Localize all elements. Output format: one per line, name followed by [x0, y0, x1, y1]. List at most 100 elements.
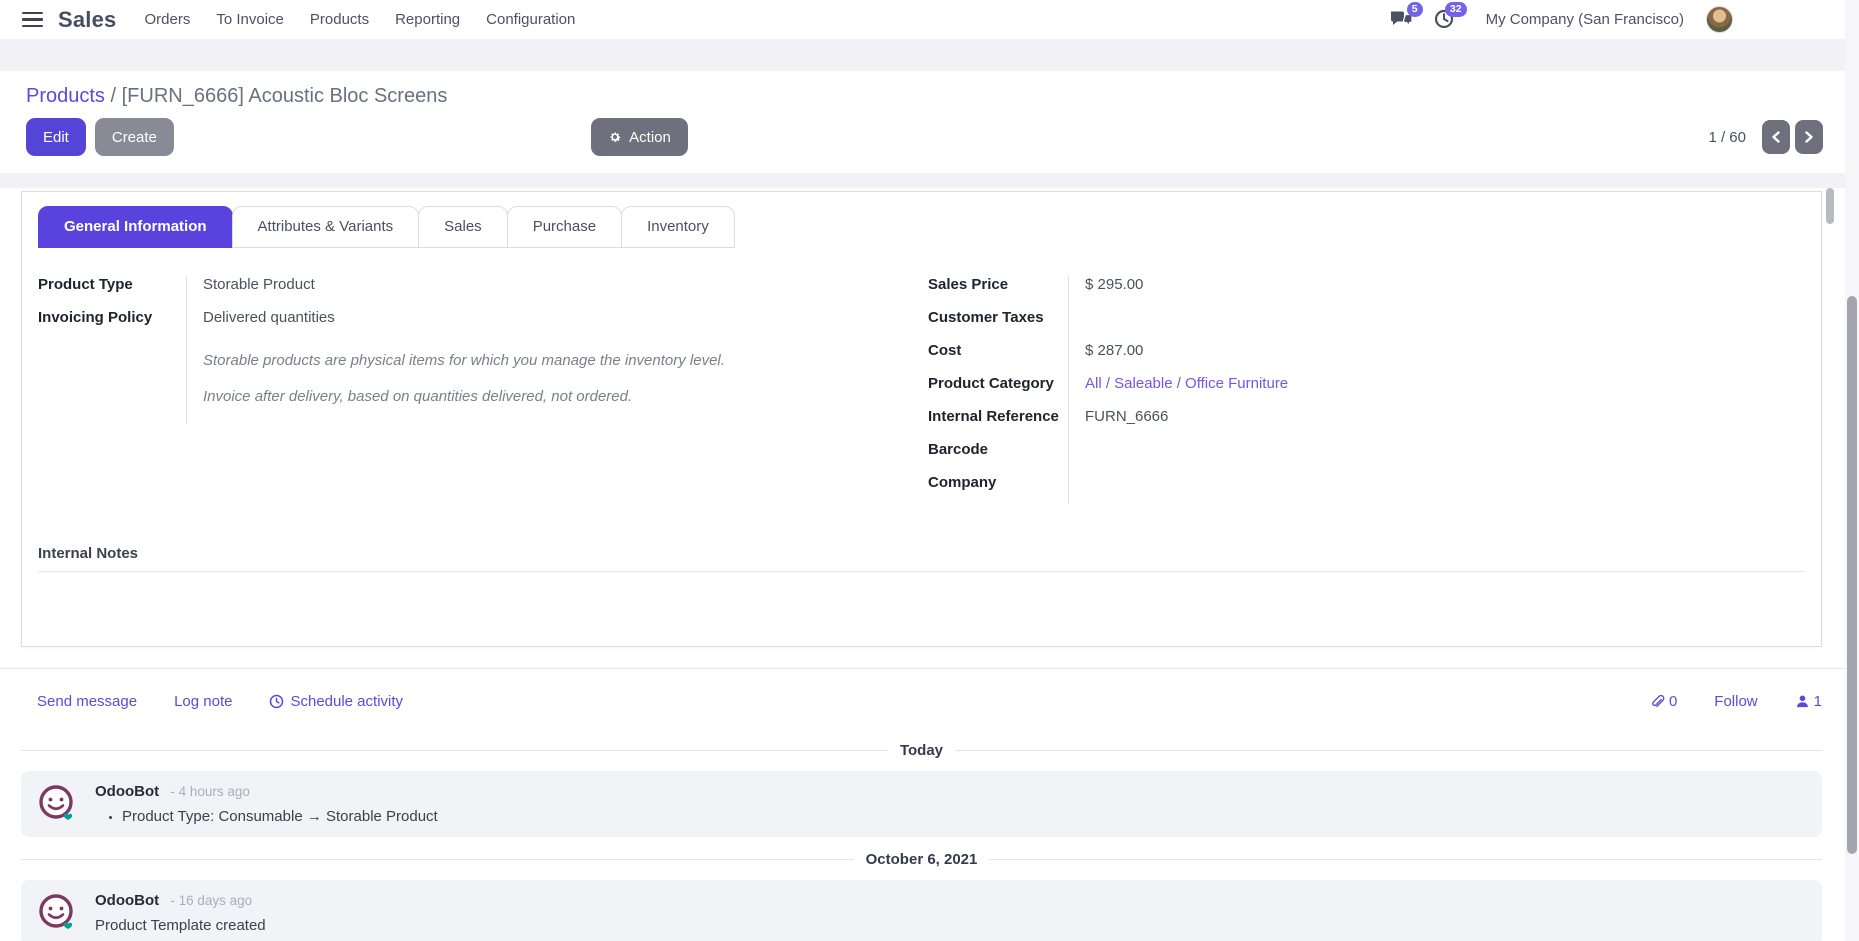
message-thread: Today OdooBot - 4 hours ago Pro [0, 742, 1859, 941]
edit-button[interactable]: Edit [26, 118, 86, 156]
chatter: Send message Log note Schedule activity … [0, 668, 1859, 941]
field-value [1068, 472, 1085, 505]
field-label: Sales Price [928, 274, 1068, 307]
help-text-row: Invoice after delivery, based on quantit… [38, 386, 778, 422]
nav-item-reporting[interactable]: Reporting [382, 0, 473, 39]
field-customer-taxes: Customer Taxes [928, 307, 1805, 340]
tab-sales[interactable]: Sales [418, 206, 508, 248]
content-area: General Information Attributes & Variant… [0, 188, 1859, 647]
nav-item-products[interactable]: Products [297, 0, 382, 39]
create-button[interactable]: Create [95, 118, 174, 156]
top-navbar: Sales Orders To Invoice Products Reporti… [0, 0, 1859, 39]
content-scrollbar-thumb[interactable] [1826, 188, 1834, 224]
field-value: FURN_6666 [1068, 406, 1168, 439]
schedule-activity-label: Schedule activity [290, 693, 403, 710]
odoobot-avatar [37, 783, 77, 825]
field-product-type: Product Type Storable Product [38, 274, 778, 307]
page-gap-strip-2 [0, 173, 1859, 188]
field-label: Product Category [928, 373, 1068, 406]
follow-button[interactable]: Follow [1714, 693, 1757, 710]
pager-next-button[interactable] [1795, 120, 1823, 154]
attachment-count: 0 [1669, 693, 1677, 710]
field-product-category: Product Category All / Saleable / Office… [928, 373, 1805, 406]
apps-menu-icon[interactable] [22, 12, 43, 28]
pager-previous-button[interactable] [1762, 120, 1790, 154]
log-note-button[interactable]: Log note [174, 693, 232, 710]
field-label: Product Type [38, 274, 186, 307]
message-author: OdooBot [95, 892, 159, 909]
date-label: Today [900, 742, 943, 759]
chevron-right-icon [1804, 131, 1814, 143]
breadcrumb: Products / [FURN_6666] Acoustic Bloc Scr… [26, 85, 1823, 108]
message-content: Product Template created [95, 917, 1806, 934]
field-sales-price: Sales Price $ 295.00 [928, 274, 1805, 307]
nav-item-to-invoice[interactable]: To Invoice [203, 0, 297, 39]
schedule-clock-icon [269, 694, 284, 709]
chatter-toolbar: Send message Log note Schedule activity … [0, 669, 1859, 728]
message-timestamp: - 4 hours ago [170, 784, 250, 799]
notebook-tabs: General Information Attributes & Variant… [22, 192, 1821, 248]
messages-badge: 5 [1407, 2, 1423, 18]
field-value: $ 287.00 [1068, 340, 1143, 373]
action-button[interactable]: Action [591, 118, 688, 156]
followers-button[interactable]: 1 [1795, 693, 1822, 710]
field-value [1068, 307, 1085, 340]
messages-icon[interactable]: 5 [1389, 8, 1415, 32]
internal-notes-divider [38, 571, 1805, 572]
field-invoicing-policy: Invoicing Policy Delivered quantities [38, 307, 778, 340]
field-company: Company [928, 472, 1805, 505]
form-right-column: Sales Price $ 295.00 Customer Taxes Cost… [928, 274, 1805, 505]
user-avatar[interactable] [1706, 6, 1733, 33]
pager-counter: 1 / 60 [1708, 129, 1746, 146]
schedule-activity-button[interactable]: Schedule activity [269, 693, 403, 710]
tab-general-information[interactable]: General Information [38, 206, 233, 248]
odoobot-avatar [37, 892, 77, 934]
field-value: Delivered quantities [186, 307, 335, 340]
breadcrumb-products-link[interactable]: Products [26, 85, 105, 107]
field-internal-reference: Internal Reference FURN_6666 [928, 406, 1805, 439]
form-fields: Product Type Storable Product Invoicing … [22, 248, 1821, 505]
tab-attributes-variants[interactable]: Attributes & Variants [232, 206, 420, 248]
date-label: October 6, 2021 [866, 851, 978, 868]
company-switcher[interactable]: My Company (San Francisco) [1486, 11, 1684, 28]
field-cost: Cost $ 287.00 [928, 340, 1805, 373]
attachments-button[interactable]: 0 [1649, 693, 1677, 710]
page-scrollbar-track [1845, 0, 1859, 941]
date-divider-today: Today [21, 742, 1822, 759]
product-category-link[interactable]: All / Saleable / Office Furniture [1068, 373, 1288, 406]
tab-purchase[interactable]: Purchase [507, 206, 622, 248]
message-row: OdooBot - 4 hours ago Product Type: Cons… [21, 771, 1822, 837]
control-panel: Products / [FURN_6666] Acoustic Bloc Scr… [0, 71, 1859, 173]
form-sheet: General Information Attributes & Variant… [21, 191, 1822, 647]
field-value [1068, 439, 1085, 472]
field-label: Internal Reference [928, 406, 1068, 439]
message-author: OdooBot [95, 783, 159, 800]
tab-inventory[interactable]: Inventory [621, 206, 735, 248]
field-label: Cost [928, 340, 1068, 373]
field-label: Customer Taxes [928, 307, 1068, 340]
action-button-label: Action [629, 129, 671, 146]
gear-icon [608, 130, 622, 144]
page-scrollbar-thumb[interactable] [1847, 296, 1857, 854]
app-brand[interactable]: Sales [58, 7, 117, 33]
send-message-button[interactable]: Send message [37, 693, 137, 710]
chevron-left-icon [1771, 131, 1781, 143]
invoicing-policy-help-text: Invoice after delivery, based on quantit… [186, 386, 632, 422]
date-divider-october: October 6, 2021 [21, 851, 1822, 868]
tracking-change-item: Product Type: Consumable → Storable Prod… [122, 808, 1806, 825]
paperclip-icon [1649, 694, 1665, 710]
follower-person-icon [1795, 694, 1810, 709]
field-label: Company [928, 472, 1068, 505]
nav-item-configuration[interactable]: Configuration [473, 0, 588, 39]
field-value: Storable Product [186, 274, 315, 307]
message-content: Product Type: Consumable → Storable Prod… [95, 808, 1806, 825]
message-row: OdooBot - 16 days ago Product Template c… [21, 880, 1822, 941]
activities-badge: 32 [1445, 2, 1467, 18]
field-label: Barcode [928, 439, 1068, 472]
page-gap-strip [0, 39, 1859, 71]
internal-notes-label: Internal Notes [38, 545, 1805, 562]
activities-clock-icon[interactable]: 32 [1433, 8, 1459, 32]
systray: 5 32 My Company (San Francisco) [1380, 6, 1733, 33]
nav-item-orders[interactable]: Orders [132, 0, 204, 39]
internal-notes-section: Internal Notes [22, 545, 1821, 572]
